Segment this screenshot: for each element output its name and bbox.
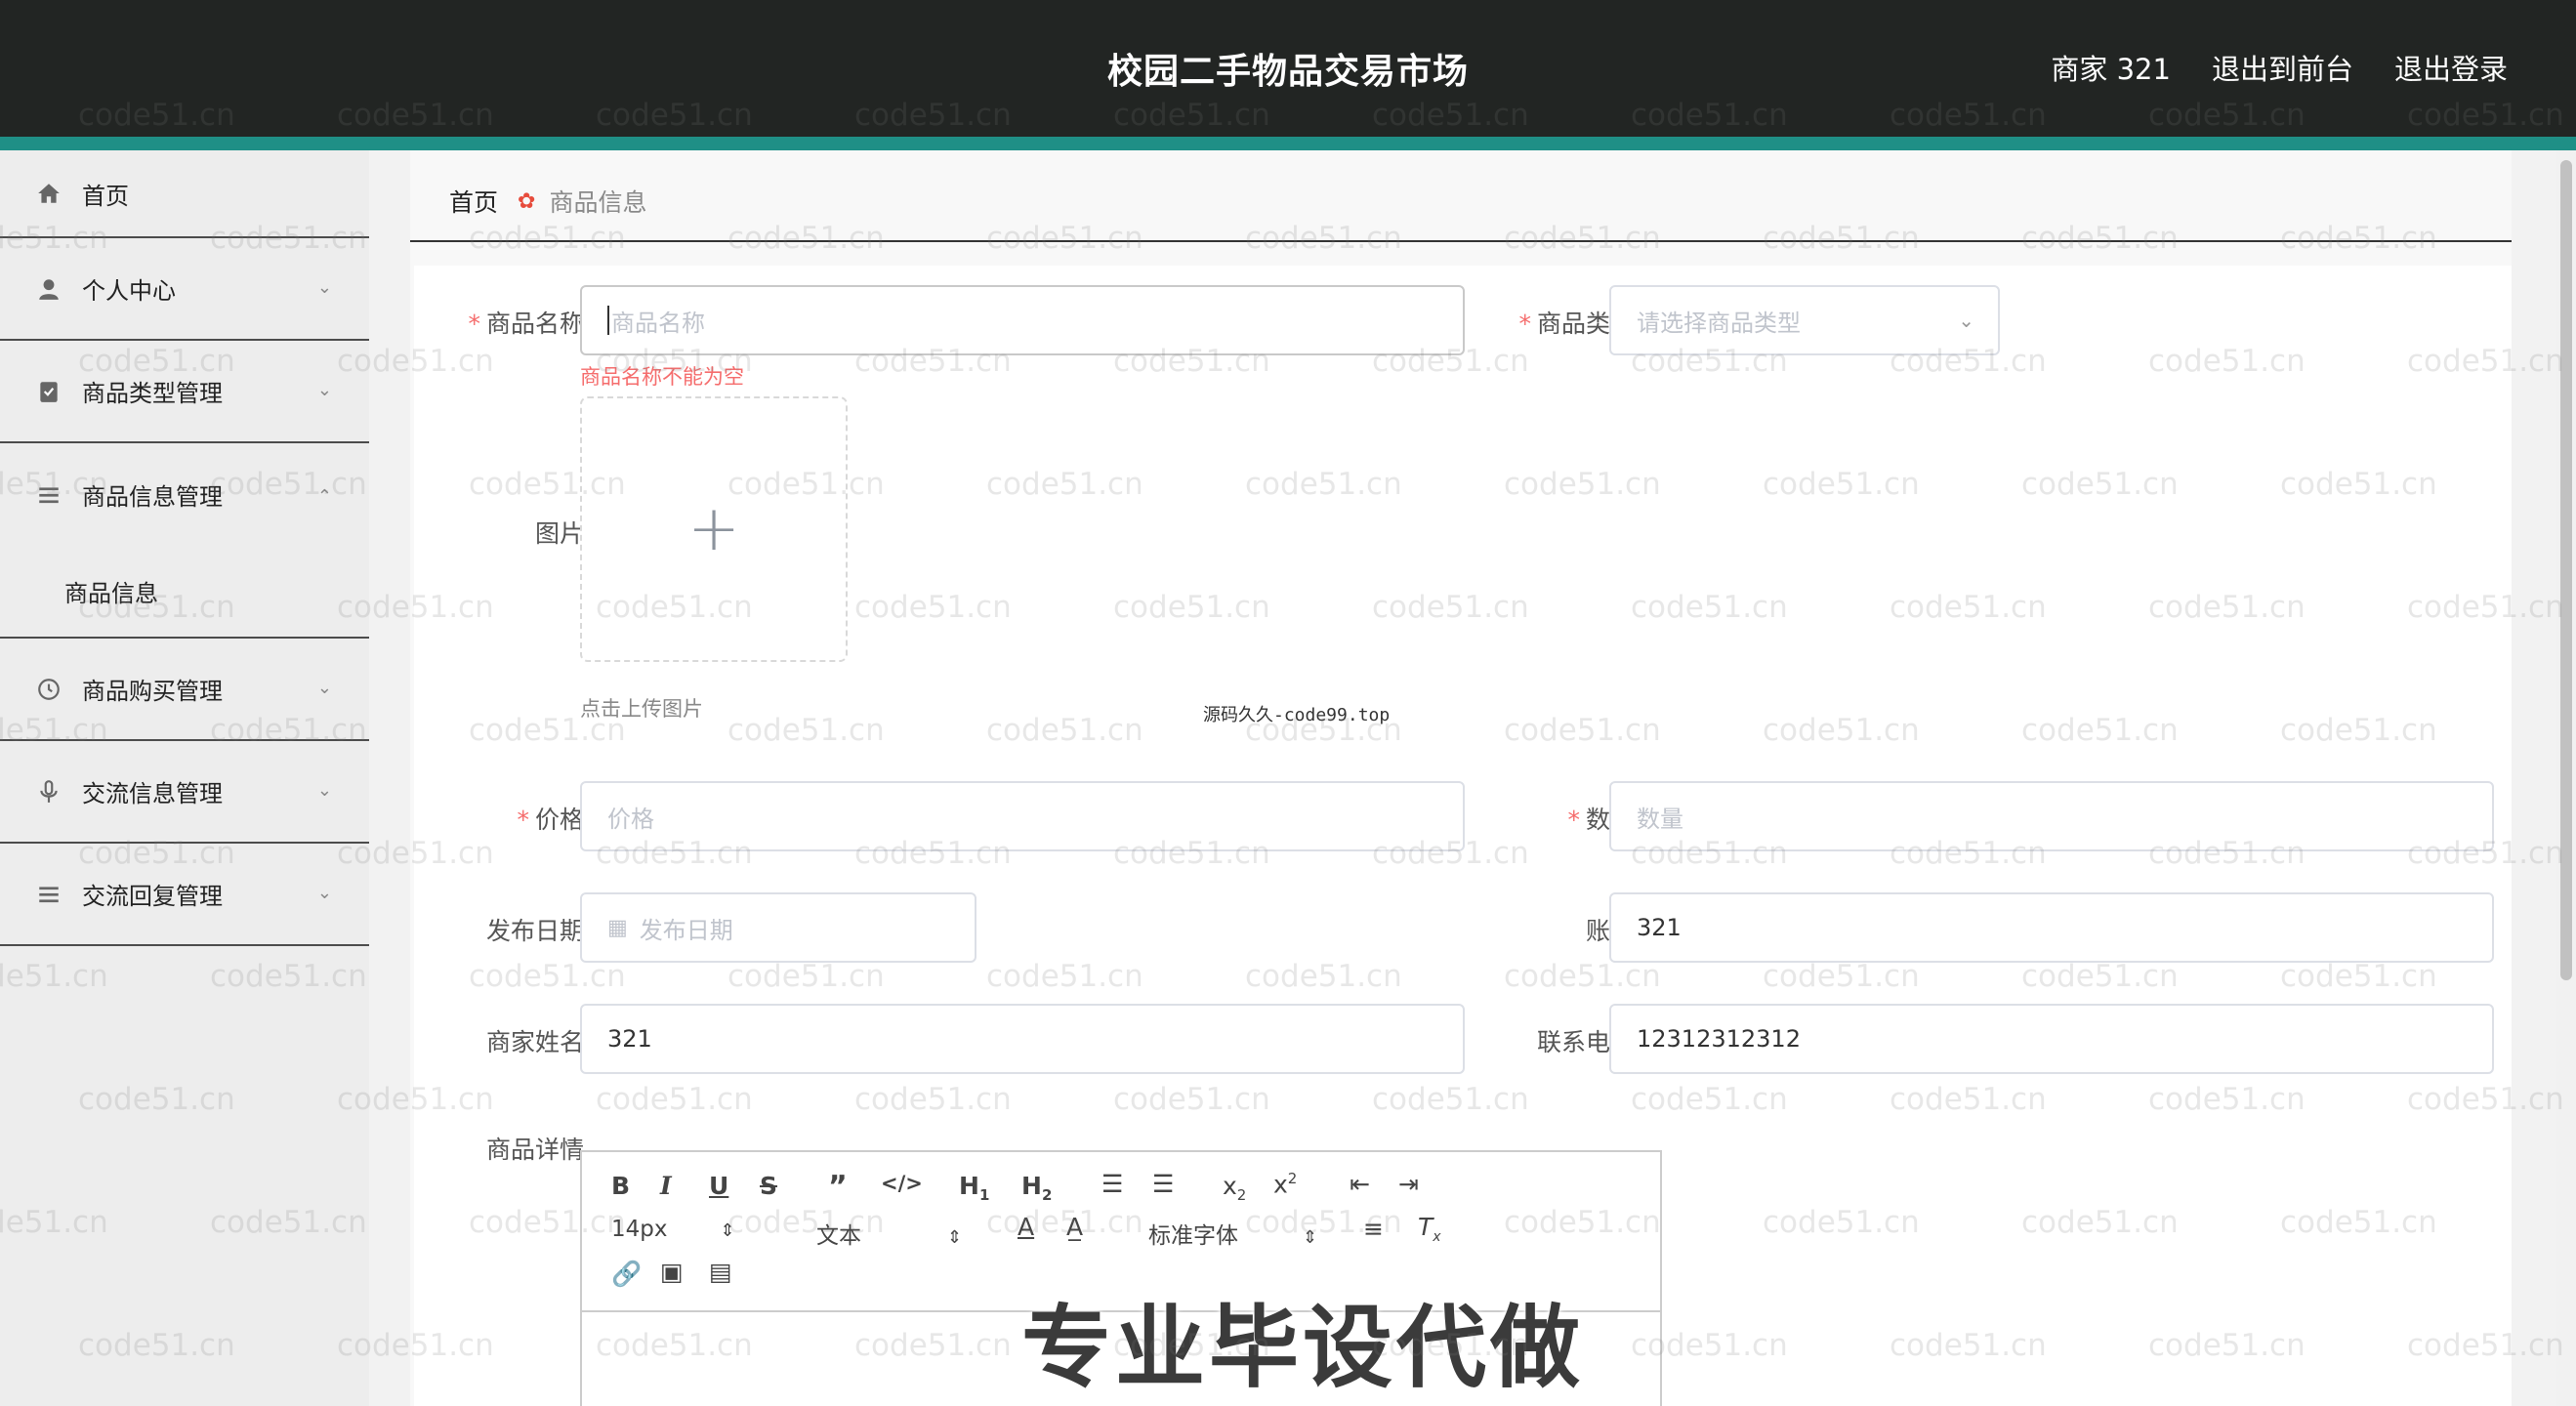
sidebar-item-goods-info[interactable]: 商品信息管理 ⌃ — [0, 443, 369, 546]
block-type-select[interactable]: 文本 ⇕ — [816, 1217, 962, 1250]
outdent-icon[interactable]: ⇤ — [1350, 1170, 1370, 1198]
sidebar-item-exchange-info[interactable]: 交流信息管理 ⌄ — [0, 741, 369, 844]
sidebar-item-label: 交流信息管理 — [82, 780, 223, 807]
merchant-user-link[interactable]: 商家 321 — [2051, 47, 2171, 88]
image-icon[interactable]: ▣ — [660, 1258, 684, 1286]
account-input[interactable]: 321 — [1609, 892, 2494, 963]
price-input[interactable]: 价格 — [580, 781, 1465, 851]
calendar-icon: ▦ — [607, 915, 628, 940]
merchant-name-label: 商家姓名 — [485, 1028, 584, 1056]
price-label: * 价格 — [517, 806, 584, 834]
clear-format-icon[interactable]: Tx — [1418, 1213, 1441, 1245]
goods-name-input[interactable]: 商品名称 — [580, 285, 1465, 355]
sidebar-item-label: 商品信息管理 — [82, 483, 223, 511]
sidebar-item-label: 个人中心 — [82, 277, 176, 305]
ordered-list-icon[interactable]: ☰ — [1101, 1170, 1123, 1198]
bullet-list-icon[interactable]: ☰ — [1152, 1170, 1174, 1198]
goods-detail-label: 商品详情 — [485, 1136, 584, 1164]
font-size-select[interactable]: 14px ⇕ — [611, 1217, 735, 1242]
italic-icon[interactable]: I — [660, 1172, 672, 1200]
header-accent-bar — [0, 137, 2576, 150]
sidebar: 首页 个人中心 ⌄ 商品类型管理 ⌄ 商品信息管理 ⌃ 商品信息 商品购买管理 … — [0, 150, 369, 1406]
chevron-down-icon: ⌄ — [316, 380, 332, 400]
underline-icon[interactable]: U — [709, 1172, 728, 1200]
bold-icon[interactable]: B — [611, 1172, 630, 1200]
goods-form: * 商品名称 商品名称 商品名称不能为空 * 商品类型 请选择商品类型 ⌄ 图片 +… — [414, 266, 2512, 1406]
quantity-label: *数量 — [1567, 806, 1635, 834]
sidebar-item-label: 交流回复管理 — [82, 883, 223, 910]
publish-date-label: 发布日期 — [485, 917, 584, 945]
goods-name-error: 商品名称不能为空 — [580, 365, 744, 389]
chevron-up-icon: ⌃ — [316, 486, 332, 507]
goods-type-label: * 商品类型 — [1518, 310, 1635, 338]
indent-icon[interactable]: ⇥ — [1398, 1170, 1419, 1198]
merchant-name-input[interactable]: 321 — [580, 1004, 1465, 1074]
sidebar-item-goods-type[interactable]: 商品类型管理 ⌄ — [0, 341, 369, 443]
code-block-icon[interactable]: </> — [881, 1172, 923, 1195]
breadcrumb-home[interactable]: 首页 — [449, 184, 498, 219]
align-icon[interactable]: ≡ — [1363, 1215, 1384, 1243]
home-icon — [35, 180, 62, 207]
breadcrumb-divider — [410, 240, 2512, 242]
text-caret — [607, 306, 609, 335]
sidebar-item-goods-purchase[interactable]: 商品购买管理 ⌄ — [0, 639, 369, 741]
chevron-down-icon: ⌄ — [316, 678, 332, 698]
header-nav: 商家 321 退出到前台 退出登录 — [2051, 47, 2508, 88]
chevron-down-icon: ⌄ — [316, 277, 332, 298]
sidebar-item-personal-center[interactable]: 个人中心 ⌄ — [0, 238, 369, 341]
plus-icon: + — [687, 493, 740, 565]
top-header: 校园二手物品交易市场 商家 321 退出到前台 退出登录 — [0, 0, 2576, 137]
account-label: 账号 — [1449, 912, 1635, 947]
heading2-icon[interactable]: H2 — [1021, 1172, 1052, 1204]
sidebar-item-exchange-reply[interactable]: 交流回复管理 ⌄ — [0, 844, 369, 946]
scrollbar-thumb[interactable] — [2560, 160, 2572, 980]
goods-type-select[interactable]: 请选择商品类型 ⌄ — [1609, 285, 2000, 355]
link-icon[interactable]: 🔗 — [611, 1260, 642, 1289]
quantity-input[interactable]: 数量 — [1609, 781, 2494, 851]
sidebar-item-label: 商品购买管理 — [82, 678, 223, 705]
sidebar-item-label: 商品类型管理 — [82, 380, 223, 407]
phone-input[interactable]: 12312312312 — [1609, 1004, 2494, 1074]
breadcrumb-current: 商品信息 — [549, 188, 647, 217]
heading1-icon[interactable]: H1 — [959, 1172, 989, 1204]
publish-date-picker[interactable]: ▦ 发布日期 — [580, 892, 976, 963]
logout-link[interactable]: 退出登录 — [2394, 47, 2508, 88]
phone-label: 联系电话 — [1536, 1028, 1635, 1056]
sidebar-subitem-goods-info[interactable]: 商品信息 — [0, 546, 369, 639]
microphone-icon — [35, 778, 62, 806]
list-icon — [35, 481, 62, 509]
page-scrollbar[interactable] — [2556, 150, 2576, 1406]
subscript-icon[interactable]: x2 — [1223, 1172, 1246, 1204]
font-family-select[interactable]: 标准字体 ⇕ — [1148, 1217, 1317, 1250]
exit-to-frontend-link[interactable]: 退出到前台 — [2212, 47, 2353, 88]
blockquote-icon[interactable]: ” — [828, 1170, 848, 1204]
center-watermark: 源码久久-code99.top — [1203, 705, 1391, 725]
flower-icon: ✿ — [518, 188, 536, 214]
font-color-icon[interactable]: A — [1018, 1213, 1034, 1241]
goods-name-label: * 商品名称 — [468, 310, 584, 338]
sidebar-item-home[interactable]: 首页 — [0, 150, 369, 238]
promo-overlay-text: 专业毕设代做 — [1021, 1296, 1585, 1400]
sidebar-item-label: 首页 — [82, 182, 129, 210]
image-upload-box[interactable]: + — [580, 396, 848, 662]
video-icon[interactable]: ▤ — [709, 1258, 732, 1286]
chevron-down-icon: ⌄ — [1958, 309, 1974, 332]
user-icon — [35, 275, 62, 303]
superscript-icon[interactable]: x2 — [1273, 1170, 1297, 1198]
main-content: 首页 ✿ 商品信息 * 商品名称 商品名称 商品名称不能为空 * 商品类型 请选择商… — [410, 150, 2512, 1406]
chevron-down-icon: ⌄ — [316, 883, 332, 903]
breadcrumb: 首页 ✿ 商品信息 — [449, 184, 646, 219]
list-icon — [35, 881, 62, 908]
upload-hint: 点击上传图片 — [580, 697, 703, 721]
clock-icon — [35, 676, 62, 703]
chevron-down-icon: ⌄ — [316, 780, 332, 801]
strike-icon[interactable]: S — [760, 1172, 777, 1200]
clipboard-icon — [35, 378, 62, 405]
background-color-icon[interactable]: A̲ — [1066, 1213, 1083, 1241]
image-label: 图片 — [534, 519, 584, 548]
